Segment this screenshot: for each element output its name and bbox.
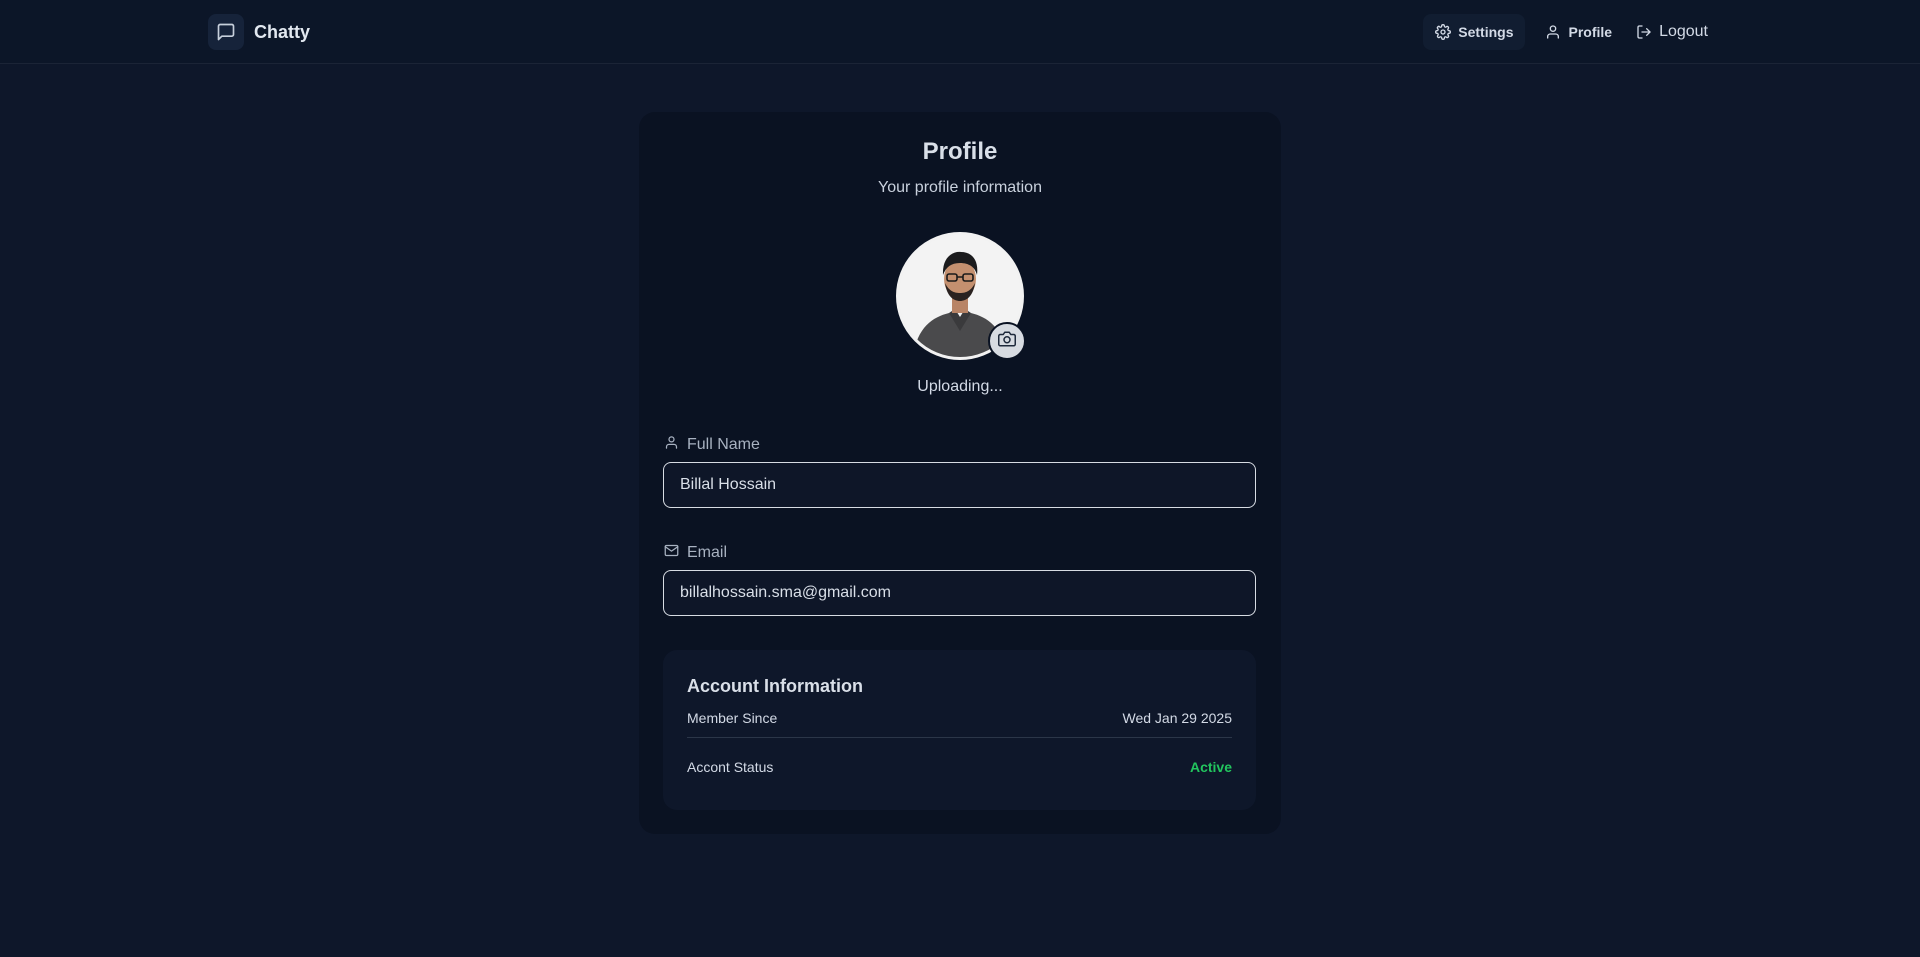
logout-button[interactable]: Logout: [1632, 14, 1712, 50]
profile-card: Profile Your profile information Uploadi…: [639, 112, 1281, 834]
brand-link[interactable]: Chatty: [208, 14, 310, 50]
account-status-row: Accont Status Active: [687, 759, 1232, 775]
full-name-label-text: Full Name: [687, 436, 760, 453]
change-avatar-button[interactable]: [988, 322, 1026, 360]
settings-label: Settings: [1458, 24, 1514, 40]
page-title: Profile: [922, 138, 998, 165]
user-icon: [1545, 24, 1561, 40]
status-badge: Active: [1189, 759, 1232, 775]
email-value: billalhossain.sma@gmail.com: [680, 584, 891, 601]
gear-icon: [1435, 24, 1452, 40]
settings-button[interactable]: Settings: [1423, 14, 1526, 50]
avatar-container: [896, 232, 1026, 360]
user-icon: [664, 435, 679, 455]
member-since-row: Member Since Wed Jan 29 2025: [687, 710, 1232, 726]
message-square-icon: [208, 14, 244, 50]
email-label-text: Email: [687, 544, 728, 561]
page-subtitle: Your profile information: [878, 179, 1042, 196]
upload-status: Uploading...: [917, 378, 1003, 395]
full-name-field[interactable]: Billal Hossain: [663, 462, 1256, 508]
navbar: Chatty Settings Profile Logout: [0, 0, 1920, 64]
account-title: Account Information: [687, 676, 863, 696]
email-field[interactable]: billalhossain.sma@gmail.com: [663, 570, 1256, 616]
mail-icon: [664, 543, 679, 563]
account-information: Account Information Member Since Wed Jan…: [663, 650, 1256, 810]
full-name-label: Full Name: [664, 435, 760, 455]
profile-label: Profile: [1568, 24, 1613, 40]
profile-button[interactable]: Profile: [1533, 14, 1624, 50]
member-since-label: Member Since: [687, 710, 778, 726]
email-label: Email: [664, 543, 727, 563]
member-since-value: Wed Jan 29 2025: [1122, 710, 1233, 726]
camera-icon: [998, 330, 1016, 353]
logout-icon: [1636, 24, 1652, 40]
account-status-label: Accont Status: [687, 759, 774, 775]
divider: [687, 737, 1232, 738]
brand-name: Chatty: [254, 21, 311, 42]
nav-actions: Settings Profile Logout: [1423, 14, 1712, 50]
logout-label: Logout: [1659, 23, 1708, 40]
full-name-value: Billal Hossain: [680, 476, 777, 493]
